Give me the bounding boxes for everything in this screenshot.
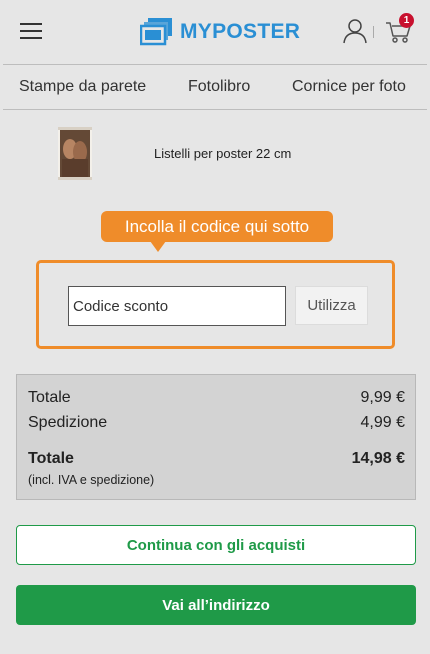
brand-logo[interactable]: MYPOSTER <box>140 16 300 48</box>
continue-shopping-button[interactable]: Continua con gli acquisti <box>16 525 416 565</box>
header: MYPOSTER 1 <box>0 0 430 64</box>
coupon-box: Utilizza <box>36 260 395 349</box>
order-summary: Totale 9,99 € Spedizione 4,99 € Totale 1… <box>16 374 416 500</box>
cart-count-badge: 1 <box>399 13 414 28</box>
hamburger-menu-icon[interactable] <box>20 22 42 40</box>
nav-item-photobook[interactable]: Fotolibro <box>188 65 250 109</box>
nav-item-photo-frame[interactable]: Cornice per foto <box>292 65 406 109</box>
summary-row-shipping: Spedizione 4,99 € <box>28 414 405 432</box>
product-name: Listelli per poster 22 cm <box>154 146 292 161</box>
coupon-code-input[interactable] <box>68 286 286 326</box>
user-icon[interactable] <box>343 18 367 44</box>
total-label: Totale <box>28 450 74 467</box>
subtotal-value: 9,99 € <box>360 389 405 406</box>
summary-row-total: Totale 14,98 € <box>28 450 405 468</box>
header-separator <box>373 26 374 38</box>
shipping-value: 4,99 € <box>360 414 405 431</box>
go-to-address-button[interactable]: Vai all’indirizzo <box>16 585 416 625</box>
total-value: 14,98 € <box>351 450 405 467</box>
nav-item-wall-prints[interactable]: Stampe da parete <box>19 65 146 109</box>
logo-frames-icon <box>140 18 172 46</box>
product-thumbnail <box>58 127 92 180</box>
tooltip-arrow <box>150 241 166 252</box>
shipping-label: Spedizione <box>28 414 108 431</box>
total-note: (incl. IVA e spedizione) <box>28 473 155 487</box>
apply-coupon-button[interactable]: Utilizza <box>295 286 368 325</box>
logo-text: MYPOSTER <box>180 20 301 43</box>
coupon-hint-tooltip: Incolla il codice qui sotto <box>101 211 333 242</box>
summary-row-subtotal: Totale 9,99 € <box>28 389 405 407</box>
subtotal-label: Totale <box>28 389 71 406</box>
category-nav: Stampe da parete Fotolibro Cornice per f… <box>3 64 427 110</box>
